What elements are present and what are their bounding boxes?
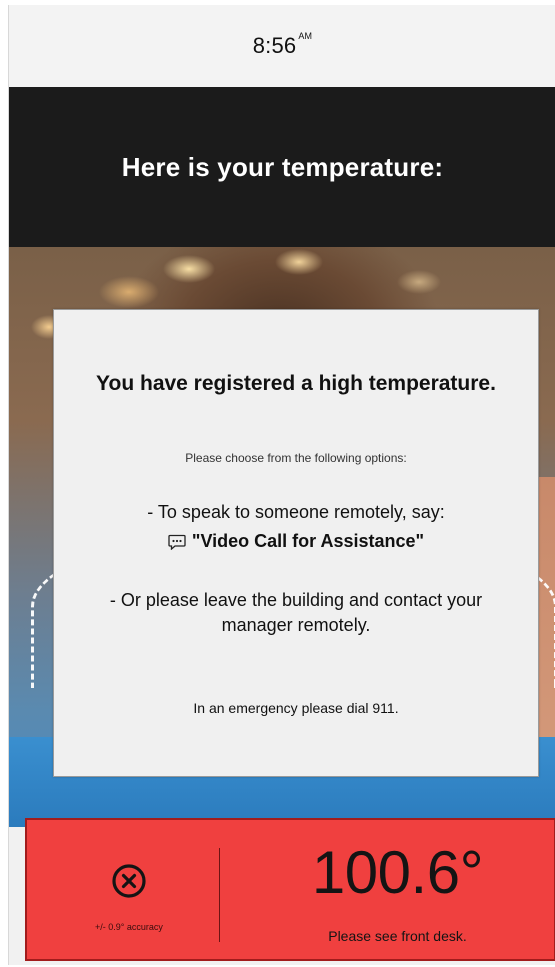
- voice-command-text: "Video Call for Assistance": [191, 531, 425, 551]
- clock-time: 8:56: [252, 33, 297, 58]
- option-leave-building: - Or please leave the building and conta…: [109, 590, 483, 635]
- x-circle-icon: [111, 863, 147, 899]
- temperature-panel: +/- 0.9° accuracy 100.6° Please see fron…: [25, 818, 555, 961]
- header: Here is your temperature:: [9, 87, 555, 247]
- kiosk-screen: 8:56 AM Here is your temperature: You hav…: [8, 5, 555, 965]
- status-bar: 8:56 AM: [9, 5, 555, 87]
- speech-bubble-icon: [168, 534, 186, 550]
- dialog-title: You have registered a high temperature.: [96, 372, 496, 395]
- temperature-value: 100.6°: [311, 839, 484, 906]
- accuracy-note: +/- 0.9° accuracy: [95, 922, 163, 932]
- dialog-subtitle: Please choose from the following options…: [185, 451, 407, 465]
- high-temperature-dialog: You have registered a high temperature. …: [53, 309, 539, 777]
- page-title: Here is your temperature:: [121, 151, 444, 182]
- panel-divider: [219, 848, 220, 942]
- clock: 8:56 AM: [252, 31, 313, 59]
- emergency-note: In an emergency please dial 911.: [193, 700, 399, 716]
- option-speak-remotely: - To speak to someone remotely, say:: [147, 502, 445, 522]
- voice-command: "Video Call for Assistance": [54, 531, 538, 552]
- temperature-message: Please see front desk.: [328, 928, 467, 944]
- clock-meridiem: AM: [298, 31, 313, 41]
